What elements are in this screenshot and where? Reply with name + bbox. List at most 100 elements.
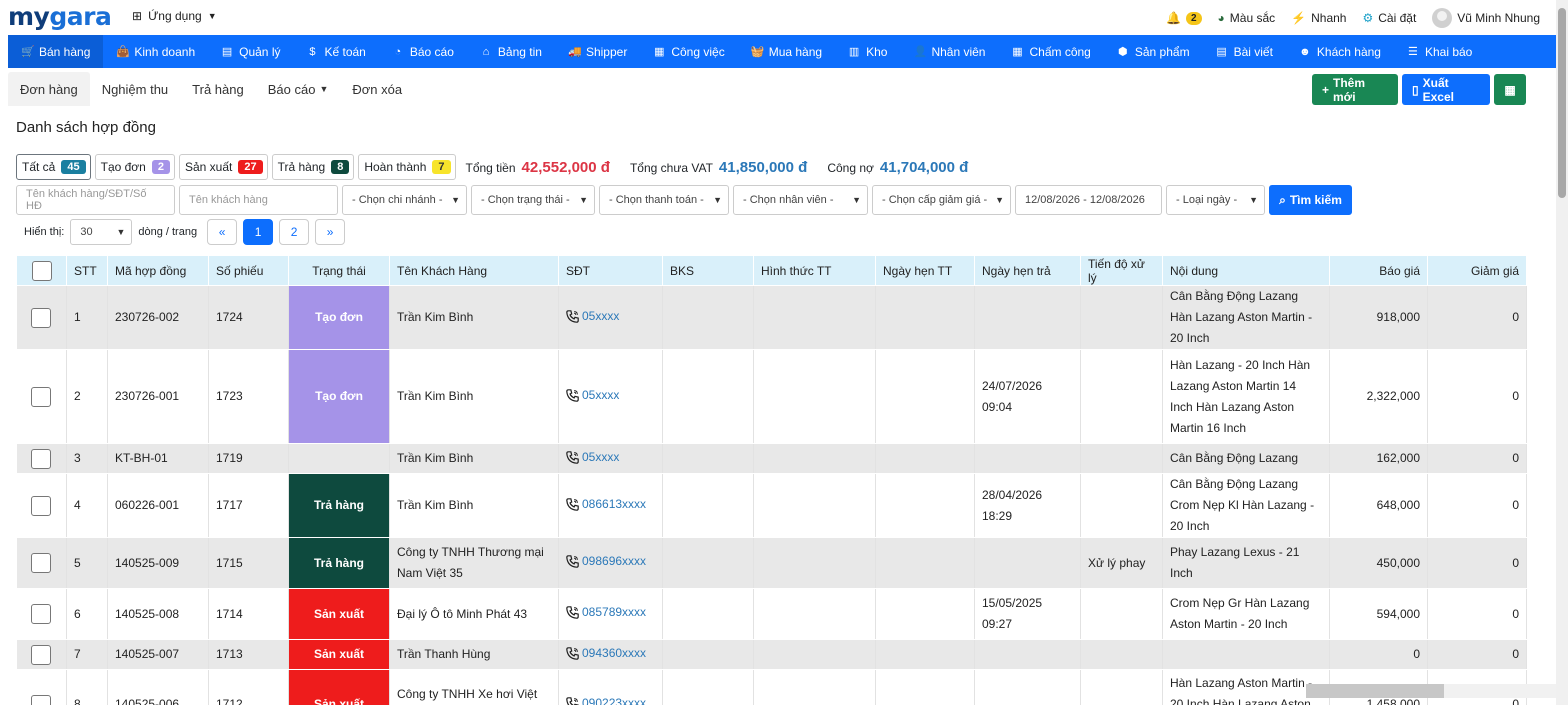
status-select[interactable]: - Chọn trạng thái - ▼ — [471, 185, 595, 215]
nav-item-13[interactable]: ▤ Bài viết — [1203, 35, 1286, 68]
col-quote[interactable]: Báo giá — [1329, 255, 1428, 286]
nav-item-2[interactable]: ▤ Quản lý — [208, 35, 293, 68]
phone-link[interactable]: 05xxxx — [566, 385, 619, 406]
cell-contract-code[interactable]: 230726-001 — [107, 349, 209, 444]
row-checkbox[interactable] — [31, 495, 52, 516]
col-stt[interactable]: STT — [66, 255, 108, 286]
cell-contract-code[interactable]: 230726-002 — [107, 285, 209, 350]
add-new-button[interactable]: + Thêm mới — [1312, 74, 1398, 105]
scrollbar-thumb[interactable] — [1306, 684, 1444, 698]
nav-item-0[interactable]: 🛒 Bán hàng — [8, 35, 104, 68]
color-button[interactable]: ◕ Màu sắc — [1218, 11, 1276, 25]
logo[interactable]: mygara — [8, 2, 112, 31]
nav-item-5[interactable]: ⌂ Bảng tin — [467, 35, 555, 68]
nav-item-11[interactable]: ▦ Chấm công — [998, 35, 1103, 68]
customer-name-search-input[interactable]: Tên khách hàng — [179, 185, 338, 215]
filter-create[interactable]: Tạo đơn 2 — [94, 154, 175, 180]
table-row[interactable]: 4 060226-001 1717 Trả hàng Trần Kim Bình 0866… — [16, 473, 1527, 538]
cell-contract-code[interactable]: 140525-007 — [107, 639, 209, 670]
row-checkbox[interactable] — [31, 604, 52, 625]
scrollbar-thumb[interactable] — [1558, 8, 1566, 198]
row-checkbox[interactable] — [31, 448, 52, 469]
cell-contract-code[interactable]: KT-BH-01 — [107, 443, 209, 474]
row-checkbox[interactable] — [31, 553, 52, 574]
row-checkbox[interactable] — [31, 307, 52, 328]
page-2-button[interactable]: 2 — [279, 219, 310, 245]
first-page-button[interactable]: « — [207, 219, 238, 245]
col-plate[interactable]: BKS — [662, 255, 754, 286]
table-row[interactable]: 7 140525-007 1713 Sản xuất Trần Thanh Hùng 09… — [16, 639, 1527, 670]
phone-link[interactable]: 085789xxxx — [566, 602, 646, 623]
table-row[interactable]: 5 140525-009 1715 Trả hàng Công ty TNHH Thươ… — [16, 537, 1527, 589]
filter-done[interactable]: Hoàn thành 7 — [358, 154, 456, 180]
apps-menu[interactable]: ⊞ Ứng dụng ▼ — [132, 9, 217, 23]
settings-button[interactable]: ⚙ Cài đặt — [1362, 11, 1416, 25]
nav-item-15[interactable]: ☰ Khai báo — [1394, 35, 1485, 68]
tab-acceptance[interactable]: Nghiệm thu — [90, 72, 180, 106]
row-checkbox[interactable] — [31, 386, 52, 407]
date-range-input[interactable]: 12/08/2026 - 12/08/2026 — [1015, 185, 1162, 215]
nav-item-6[interactable]: 🚚 Shipper — [555, 35, 640, 68]
col-status[interactable]: Trạng thái — [288, 255, 390, 286]
tab-orders[interactable]: Đơn hàng — [8, 72, 90, 106]
row-checkbox[interactable] — [31, 694, 52, 705]
search-button[interactable]: ⌕ Tìm kiếm — [1269, 185, 1352, 215]
nav-item-14[interactable]: ☻ Khách hàng — [1286, 35, 1394, 68]
nav-item-3[interactable]: $ Kế toán — [293, 35, 378, 68]
row-checkbox[interactable] — [31, 644, 52, 665]
filter-all[interactable]: Tất cả 45 — [16, 154, 91, 180]
col-ticket[interactable]: Số phiếu — [208, 255, 289, 286]
customer-phone-search-input[interactable]: Tên khách hàng/SĐT/Số HĐ — [16, 185, 175, 215]
filter-return[interactable]: Trả hàng 8 — [271, 154, 355, 180]
col-content[interactable]: Nội dung — [1162, 255, 1330, 286]
nav-item-7[interactable]: ▦ Công việc — [640, 35, 737, 68]
staff-select[interactable]: - Chọn nhân viên - ▼ — [733, 185, 868, 215]
nav-item-10[interactable]: 👤 Nhân viên — [900, 35, 998, 68]
tab-returns[interactable]: Trả hàng — [180, 72, 256, 106]
phone-link[interactable]: 086613xxxx — [566, 494, 646, 515]
col-payment-date[interactable]: Ngày hẹn TT — [875, 255, 975, 286]
col-payment-method[interactable]: Hình thức TT — [753, 255, 876, 286]
col-discount[interactable]: Giảm giá — [1427, 255, 1527, 286]
table-row[interactable]: 1 230726-002 1724 Tạo đơn Trần Kim Bình 05xxx… — [16, 285, 1527, 350]
table-row[interactable]: 8 140525-006 1712 Sản xuất Công ty TNHH Xe h… — [16, 669, 1527, 705]
col-contract-code[interactable]: Mã hợp đồng — [107, 255, 209, 286]
nav-item-12[interactable]: ⬢ Sản phẩm — [1104, 35, 1203, 68]
filter-produce[interactable]: Sản xuất 27 — [178, 154, 268, 180]
horizontal-scrollbar[interactable] — [1306, 684, 1556, 698]
tab-reports[interactable]: Báo cáo ▼ — [256, 72, 341, 106]
nav-item-1[interactable]: 👜 Kinh doanh — [103, 35, 208, 68]
phone-link[interactable]: 098696xxxx — [566, 551, 646, 572]
cell-contract-code[interactable]: 140525-006 — [107, 669, 209, 705]
phone-link[interactable]: 05xxxx — [566, 306, 619, 327]
vertical-scrollbar[interactable] — [1556, 0, 1568, 705]
last-page-button[interactable]: » — [315, 219, 346, 245]
nav-item-4[interactable]: ◔ Báo cáo — [379, 35, 467, 68]
col-customer[interactable]: Tên Khách Hàng — [389, 255, 559, 286]
table-row[interactable]: 2 230726-001 1723 Tạo đơn Trần Kim Bình 05xxx… — [16, 349, 1527, 444]
export-excel-button[interactable]: ▯ Xuất Excel — [1402, 74, 1490, 105]
phone-link[interactable]: 090223xxxx — [566, 693, 646, 705]
tab-deleted[interactable]: Đơn xóa — [340, 72, 414, 106]
table-view-button[interactable]: ▦ — [1494, 74, 1526, 105]
phone-link[interactable]: 094360xxxx — [566, 643, 646, 664]
branch-select[interactable]: - Chọn chi nhánh - ▼ — [342, 185, 467, 215]
quick-button[interactable]: ⚡ Nhanh — [1291, 11, 1346, 25]
page-size-select[interactable]: 30 ▼ — [70, 219, 133, 245]
date-type-select[interactable]: - Loại ngày - ▼ — [1166, 185, 1265, 215]
nav-item-9[interactable]: ▥ Kho — [835, 35, 900, 68]
payment-select[interactable]: - Chọn thanh toán - ▼ — [599, 185, 729, 215]
phone-link[interactable]: 05xxxx — [566, 447, 619, 468]
col-return-date[interactable]: Ngày hẹn trả — [974, 255, 1081, 286]
user-menu[interactable]: Vũ Minh Nhung — [1432, 8, 1540, 28]
table-row[interactable]: 6 140525-008 1714 Sản xuất Đại lý Ô tô Minh … — [16, 588, 1527, 640]
col-progress[interactable]: Tiến độ xử lý — [1080, 255, 1163, 286]
nav-item-8[interactable]: 🧺 Mua hàng — [738, 35, 835, 68]
col-phone[interactable]: SĐT — [558, 255, 663, 286]
cell-contract-code[interactable]: 060226-001 — [107, 473, 209, 538]
discount-select[interactable]: - Chọn cấp giảm giá - ▼ — [872, 185, 1011, 215]
page-1-button[interactable]: 1 — [243, 219, 274, 245]
cell-contract-code[interactable]: 140525-008 — [107, 588, 209, 640]
table-row[interactable]: 3 KT-BH-01 1719 Trần Kim Bình 05xxxx Cân Bằng… — [16, 443, 1527, 474]
cell-contract-code[interactable]: 140525-009 — [107, 537, 209, 589]
